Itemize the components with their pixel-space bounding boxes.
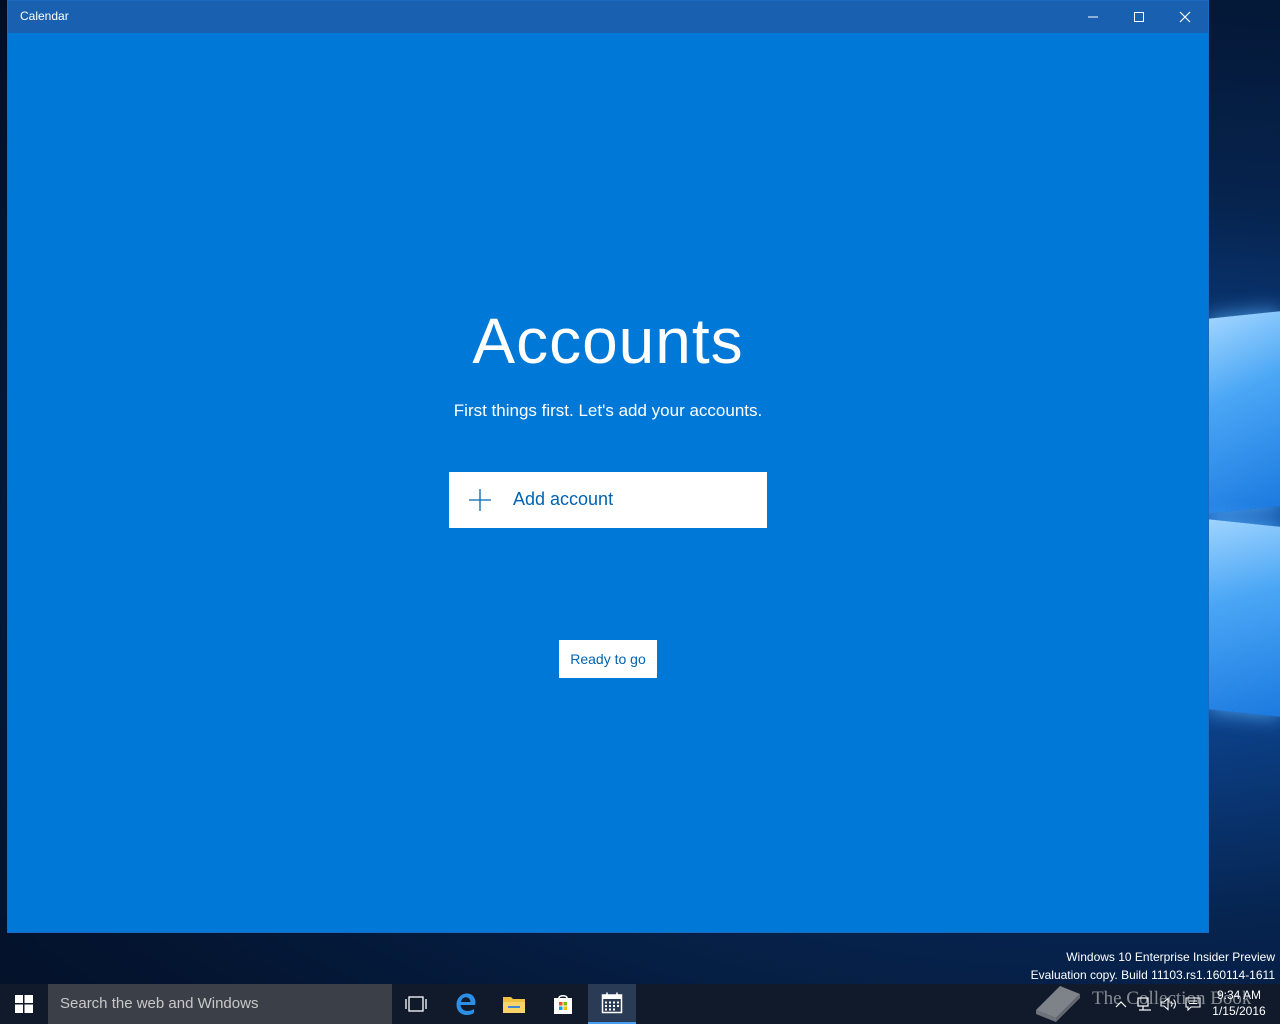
close-button[interactable]: [1162, 1, 1208, 33]
add-account-label: Add account: [513, 489, 614, 509]
store-icon: [554, 994, 572, 1014]
store-taskbar-button[interactable]: [539, 984, 587, 1024]
collection-book-watermark: The Collection Book: [1030, 976, 1280, 1024]
start-button[interactable]: [0, 984, 48, 1024]
add-account-button[interactable]: Add account: [449, 472, 767, 528]
calendar-taskbar-button[interactable]: [588, 984, 636, 1024]
windows-logo-wallpaper: [1208, 305, 1280, 725]
search-input[interactable]: Search the web and Windows: [48, 984, 392, 1024]
page-subtitle: First things first. Let's add your accou…: [453, 401, 763, 420]
maximize-icon: [1134, 12, 1144, 22]
task-view-icon: [405, 996, 427, 1012]
maximize-button[interactable]: [1116, 1, 1162, 33]
minimize-button[interactable]: [1070, 1, 1116, 33]
plus-icon: [469, 489, 491, 511]
minimize-icon: [1088, 16, 1098, 18]
calendar-icon: [601, 992, 623, 1014]
calendar-window: Calendar Accounts First things first. Le…: [7, 0, 1209, 933]
title-bar[interactable]: Calendar: [8, 1, 1208, 33]
windows-start-icon: [15, 995, 33, 1013]
folder-icon: [503, 997, 525, 1013]
ready-to-go-button[interactable]: Ready to go: [559, 640, 657, 678]
book-logo-icon: [1036, 986, 1080, 1022]
edge-taskbar-button[interactable]: [442, 984, 490, 1024]
evaluation-watermark-edition: Windows 10 Enterprise Insider Preview: [1066, 950, 1275, 964]
close-icon: [1179, 11, 1191, 23]
task-view-button[interactable]: [392, 984, 440, 1024]
collection-book-text: The Collection Book: [1092, 988, 1252, 1009]
window-title: Calendar: [20, 9, 69, 23]
edge-icon: [456, 993, 476, 1015]
desktop: Calendar Accounts First things first. Le…: [0, 0, 1280, 1024]
page-title: Accounts: [472, 305, 744, 377]
file-explorer-taskbar-button[interactable]: [490, 984, 538, 1024]
